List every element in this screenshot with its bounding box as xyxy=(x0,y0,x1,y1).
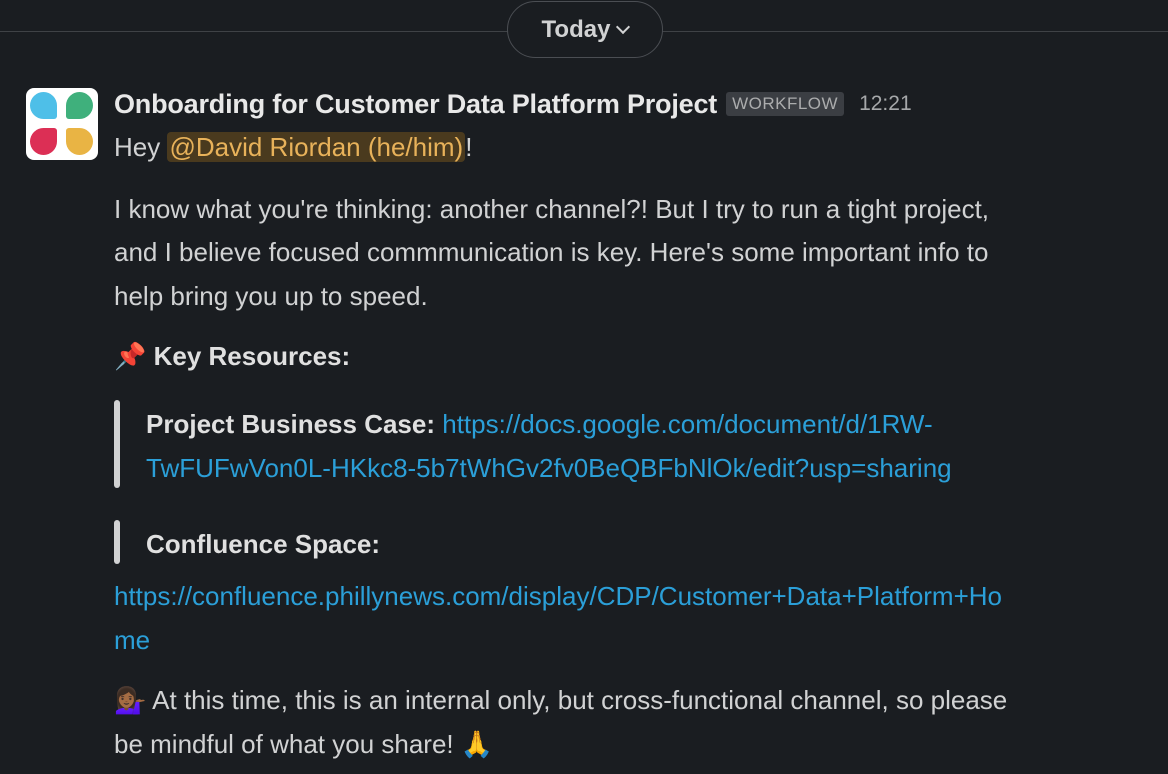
notice-line-2: be mindful of what you share! 🙏 xyxy=(114,722,493,766)
chevron-down-icon xyxy=(616,19,631,34)
business-case-link[interactable]: https://docs.google.com/document/d/1RW- xyxy=(442,409,932,439)
intro-paragraph-line-2: and I believe focused commmunication is … xyxy=(114,237,989,267)
key-resources-heading-line: 📌 Key Resources: xyxy=(114,334,350,378)
message-header: Onboarding for Customer Data Platform Pr… xyxy=(114,84,912,124)
notice-text-1: At this time, this is an internal only, … xyxy=(152,685,1008,715)
greeting-line: Hey @David Riordan (he/him)! xyxy=(114,125,472,169)
key-resources-heading: Key Resources: xyxy=(153,341,351,371)
greeting-suffix: ! xyxy=(465,132,473,162)
confluence-link-line-1: https://confluence.phillynews.com/displa… xyxy=(114,574,1002,618)
person-tipping-hand-icon: 💁🏾‍♀️ xyxy=(114,685,147,715)
folded-hands-icon: 🙏 xyxy=(460,729,494,759)
business-case-link-continued[interactable]: TwFUFwVon0L-HKkc8-5b7tWhGv2fv0BeQBFbNlOk… xyxy=(146,453,952,483)
confluence-link-continued[interactable]: me xyxy=(114,625,150,655)
avatar-blob-yellow xyxy=(66,128,93,155)
avatar-blob-blue xyxy=(30,92,57,119)
intro-paragraph-line-3: help bring you up to speed. xyxy=(114,281,428,311)
business-case-label: Project Business Case: xyxy=(146,409,436,439)
greeting-prefix: Hey xyxy=(114,132,168,162)
message-timestamp[interactable]: 12:21 xyxy=(859,92,912,116)
confluence-quote-bar xyxy=(114,520,120,564)
confluence-label: Confluence Space: xyxy=(146,529,381,559)
workflow-avatar-icon[interactable] xyxy=(26,88,98,160)
workflow-badge: WORKFLOW xyxy=(726,92,845,116)
notice-line-1: 💁🏾‍♀️ At this time, this is an internal … xyxy=(114,678,1007,722)
user-mention[interactable]: @David Riordan (he/him) xyxy=(167,132,466,162)
pushpin-icon: 📌 xyxy=(114,341,147,371)
notice-text-2: be mindful of what you share! xyxy=(114,729,461,759)
avatar-blob-red xyxy=(30,128,57,155)
sender-name[interactable]: Onboarding for Customer Data Platform Pr… xyxy=(114,89,717,120)
business-case-line-1: Project Business Case: https://docs.goog… xyxy=(146,402,933,446)
confluence-link-line-2: me xyxy=(114,618,150,662)
business-case-quote-bar xyxy=(114,400,120,488)
confluence-label-line: Confluence Space: xyxy=(146,522,380,566)
business-case-line-2: TwFUFwVon0L-HKkc8-5b7tWhGv2fv0BeQBFbNlOk… xyxy=(146,446,952,490)
avatar-blob-green xyxy=(66,92,93,119)
intro-paragraph-line-1: I know what you're thinking: another cha… xyxy=(114,194,990,224)
confluence-link[interactable]: https://confluence.phillynews.com/displa… xyxy=(114,581,1002,611)
slack-channel-view: Today Onboarding for Customer Data Platf… xyxy=(0,0,1168,774)
date-label: Today xyxy=(541,15,611,43)
date-divider-button[interactable]: Today xyxy=(507,1,663,58)
